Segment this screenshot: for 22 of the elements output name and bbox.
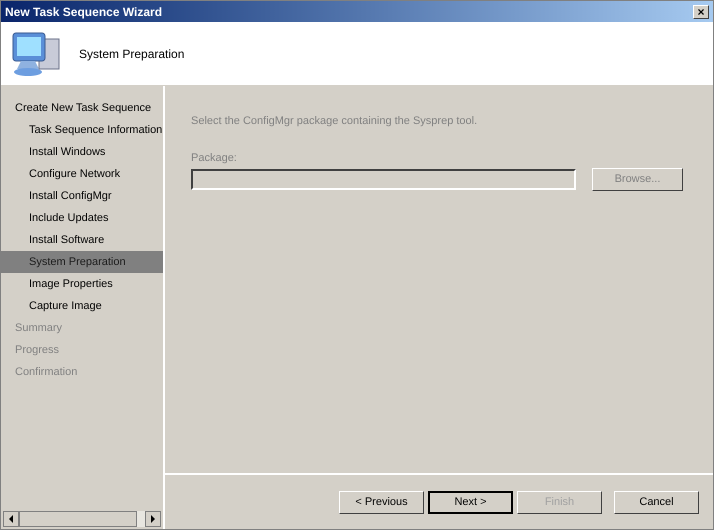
wizard-step[interactable]: Include Updates <box>1 207 163 229</box>
wizard-button[interactable]: Cancel <box>614 490 699 514</box>
wizard-step[interactable]: Create New Task Sequence <box>1 97 163 119</box>
package-label: Package: <box>191 150 237 166</box>
horizontal-scrollbar[interactable] <box>3 511 161 527</box>
wizard-step[interactable]: Task Sequence Information <box>1 119 163 141</box>
scroll-thumb[interactable] <box>19 511 137 527</box>
wizard-step[interactable]: System Preparation <box>1 251 163 273</box>
instruction-text: Select the ConfigMgr package containing the Sysprep tool. <box>191 114 478 129</box>
scroll-right-icon[interactable] <box>145 511 161 527</box>
wizard-step[interactable]: Capture Image <box>1 295 163 317</box>
wizard-step[interactable]: Install Software <box>1 229 163 251</box>
wizard-step[interactable]: Configure Network <box>1 163 163 185</box>
close-button[interactable]: × <box>693 4 709 18</box>
wizard-button[interactable]: < Previous <box>339 490 424 514</box>
window-title: New Task Sequence Wizard <box>5 4 162 20</box>
scroll-left-icon[interactable] <box>3 511 19 527</box>
wizard-step[interactable]: Image Properties <box>1 273 163 295</box>
wizard-step[interactable]: Install ConfigMgr <box>1 185 163 207</box>
wizard-step[interactable]: Install Windows <box>1 141 163 163</box>
page-heading: System Preparation <box>79 46 184 62</box>
wizard-button[interactable]: Next > <box>428 490 513 514</box>
